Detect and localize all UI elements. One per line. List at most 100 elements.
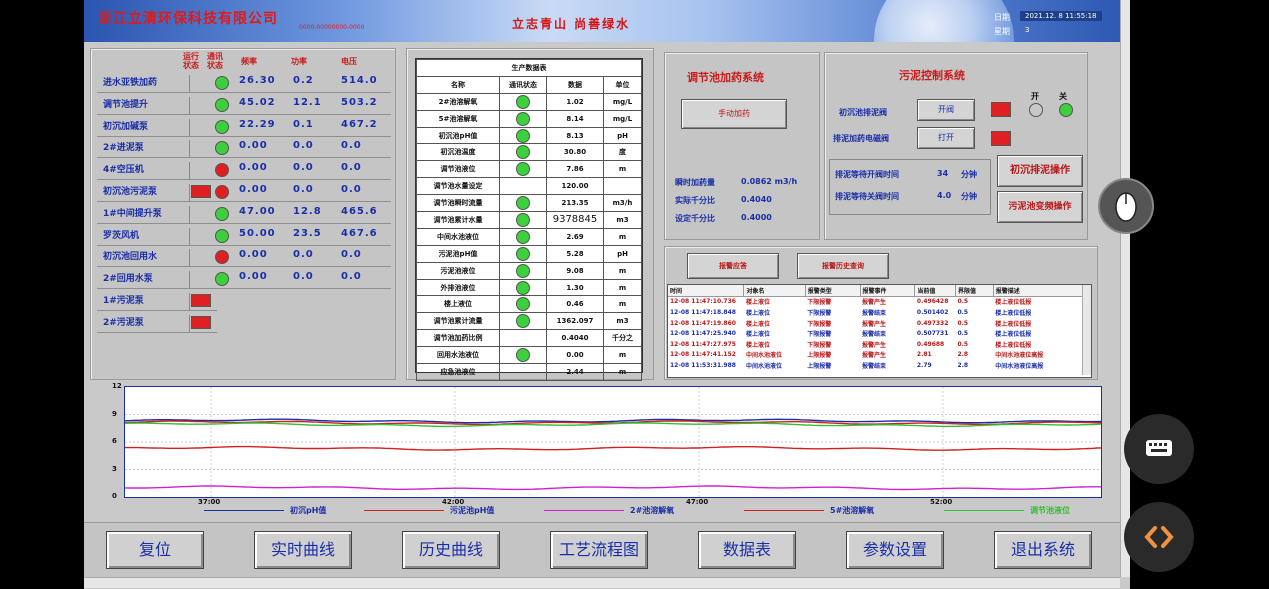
production-comm	[499, 211, 547, 229]
equipment-power: 23.5	[293, 227, 322, 239]
trend-area: 12 9 6 3 0 37:00 42:00 47:00 52:00 初沉pH值 污泥池pH值 2…	[84, 380, 1120, 520]
alarm-cell-event: 报警结束	[862, 309, 887, 317]
alarm-cell-limit: 2.8	[957, 351, 969, 359]
equipment-name: 罗茨风机	[103, 227, 190, 245]
wait-close-label: 排泥等待关阀时间	[835, 192, 899, 201]
production-row: 应急池液位 2.44 m	[416, 363, 642, 381]
production-row: 5#池溶解氧 8.14 mg/L	[416, 109, 642, 128]
production-value: 2.69	[546, 227, 604, 246]
comm-status-lamp	[516, 246, 530, 261]
data-table-button[interactable]: 数据表	[698, 531, 796, 569]
keyboard-button[interactable]	[1124, 414, 1194, 484]
alarm-cell-cur: 0.496428	[916, 298, 949, 306]
production-name: 污泥池液位	[416, 261, 500, 280]
wait-open-unit: 分钟	[961, 170, 977, 179]
wait-open-label: 排泥等待开阀时间	[835, 170, 899, 179]
alarm-row[interactable]: 12-08 11:47:18.848 楼上液位 下限报警 报警结束 0.501402 0.…	[668, 307, 1091, 318]
alarm-cell-type: 上限报警	[807, 362, 832, 370]
x-tick-label: 52:00	[930, 498, 953, 506]
set-ratio-value: 0.4000	[741, 213, 772, 222]
alarm-cell-desc: 楼上液位低报	[995, 320, 1032, 328]
alarm-ack-button[interactable]: 报警应答	[687, 253, 779, 279]
parameter-settings-button[interactable]: 参数设置	[846, 531, 944, 569]
mouse-mode-button[interactable]	[1098, 178, 1154, 234]
production-unit: mg/L	[603, 109, 642, 128]
comm-status-lamp	[516, 348, 530, 363]
alarm-scrollbar[interactable]	[1082, 285, 1091, 375]
production-unit: m	[603, 261, 642, 280]
equipment-freq: 26.30	[239, 75, 276, 86]
production-value: 213.35	[546, 194, 604, 213]
equipment-name: 进水亚铁加药	[103, 75, 190, 92]
reset-button[interactable]: 复位	[106, 531, 204, 569]
production-name: 调节池累计流量	[416, 312, 500, 331]
dosing-panel: 调节池加药系统 手动加药 瞬时加药量 0.0862 m3/h 实际千分比 0.4…	[664, 52, 820, 240]
process-flow-button[interactable]: 工艺流程图	[550, 531, 648, 569]
production-name: 应急池液位	[416, 363, 500, 381]
alarm-cell-time: 12-08 11:47:18.848	[670, 308, 736, 316]
expand-toggle-button[interactable]	[1124, 502, 1194, 572]
production-row: 调节池累计水量 9378845 m3	[416, 211, 642, 229]
alarm-row[interactable]: 12-08 11:47:27.975 楼上液位 下限报警 报警产生 0.49688 0.5…	[668, 339, 1091, 350]
production-value: 0.00	[546, 346, 604, 365]
production-row: 2#池溶解氧 1.02 mg/L	[416, 92, 642, 111]
equipment-power: 0.0	[293, 184, 314, 195]
equipment-voltage: 514.0	[341, 75, 378, 86]
primary-sludge-op-button[interactable]: 初沉排泥操作	[997, 155, 1083, 187]
production-unit: pH	[603, 126, 642, 145]
alarm-cell-type: 下限报警	[807, 331, 832, 339]
vertical-scrollbar[interactable]	[1120, 0, 1130, 577]
production-value: 9378845	[546, 211, 604, 229]
alarm-row[interactable]: 12-08 11:47:41.152 中间水池液位 上限报警 报警产生 2.81 2.8 中…	[668, 350, 1091, 361]
weekday-label: 星期	[994, 27, 1010, 36]
comm-status-lamp	[516, 196, 530, 211]
horizontal-scrollbar[interactable]	[84, 577, 1120, 588]
history-curve-button[interactable]: 历史曲线	[402, 531, 500, 569]
production-comm	[499, 363, 547, 381]
equipment-row: 罗茨风机 50.00 23.5 467.6	[97, 224, 391, 246]
col-comm: 通讯状态	[499, 75, 547, 94]
equipment-name: 初沉池回用水	[103, 249, 190, 267]
close-label: 关	[1059, 92, 1067, 101]
valve1-close-lamp	[1059, 103, 1073, 117]
equipment-freq: 47.00	[239, 205, 276, 217]
production-value: 30.80	[546, 143, 604, 162]
alarm-row[interactable]: 12-08 11:47:19.860 楼上液位 下限报警 报警产生 0.497332 0.…	[668, 318, 1091, 329]
production-comm	[499, 346, 547, 365]
valve1-label: 初沉池排泥阀	[839, 108, 887, 117]
equipment-row: 1#中间提升泵 47.00 12.8 465.6	[97, 202, 391, 224]
alarm-row[interactable]: 12-08 11:47:25.940 楼上液位 下限报警 报警结束 0.507731 0.…	[668, 328, 1091, 339]
date-value: 2021.12. 8 11:55:18	[1020, 11, 1102, 21]
equipment-row: 初沉池回用水 0.00 0.0 0.0	[97, 245, 391, 268]
valve2-open-button[interactable]: 打开	[917, 127, 975, 149]
production-name: 中间水池液位	[416, 227, 500, 246]
alarm-list[interactable]: 时间 对象名 报警类型 报警事件 当前值 界限值 报警描述 12-08 11:47:10.7…	[667, 284, 1092, 378]
alarm-history-button[interactable]: 报警历史查询	[797, 253, 889, 279]
valve1-open-button[interactable]: 开阀	[917, 99, 975, 121]
valve1-status-indicator	[991, 102, 1011, 117]
alarm-cell-desc: 楼上液位低报	[995, 309, 1032, 317]
scada-window: 浙江立清环保科技有限公司 0000-00000000-0000 立志青山 尚善绿…	[84, 0, 1130, 589]
realtime-curve-button[interactable]: 实时曲线	[254, 531, 352, 569]
alarm-cell-time: 12-08 11:47:19.860	[670, 319, 736, 327]
alarm-cell-desc: 楼上液位低报	[995, 341, 1032, 349]
alarm-col-header: 报警类型	[805, 285, 861, 297]
production-name: 2#池溶解氧	[416, 92, 500, 111]
actual-ratio-label: 实际千分比	[675, 196, 715, 205]
equipment-comm-lamp	[215, 141, 229, 156]
alarm-row[interactable]: 12-08 11:47:10.736 楼上液位 下限报警 报警产生 0.496428 0.…	[668, 296, 1091, 307]
production-comm	[499, 143, 547, 162]
production-value: 9.08	[546, 261, 604, 280]
exit-system-button[interactable]: 退出系统	[994, 531, 1092, 569]
alarm-row[interactable]: 12-08 11:53:31.988 中间水池液位 上限报警 报警结束 2.79 2.8 中…	[668, 360, 1091, 371]
equipment-power: 0.0	[293, 249, 314, 261]
wait-close-value: 4.0	[937, 191, 952, 200]
manual-dosing-button[interactable]: 手动加药	[681, 99, 787, 129]
legend-swatch	[544, 510, 624, 511]
equipment-name: 2#回用水泵	[103, 271, 190, 289]
alarm-cell-time: 12-08 11:47:10.736	[670, 298, 736, 306]
alarm-cell-type: 下限报警	[807, 299, 832, 307]
sludge-vfd-op-button[interactable]: 污泥池变频操作	[997, 191, 1083, 223]
equipment-voltage: 503.2	[341, 96, 378, 108]
equipment-voltage: 465.6	[341, 205, 378, 217]
